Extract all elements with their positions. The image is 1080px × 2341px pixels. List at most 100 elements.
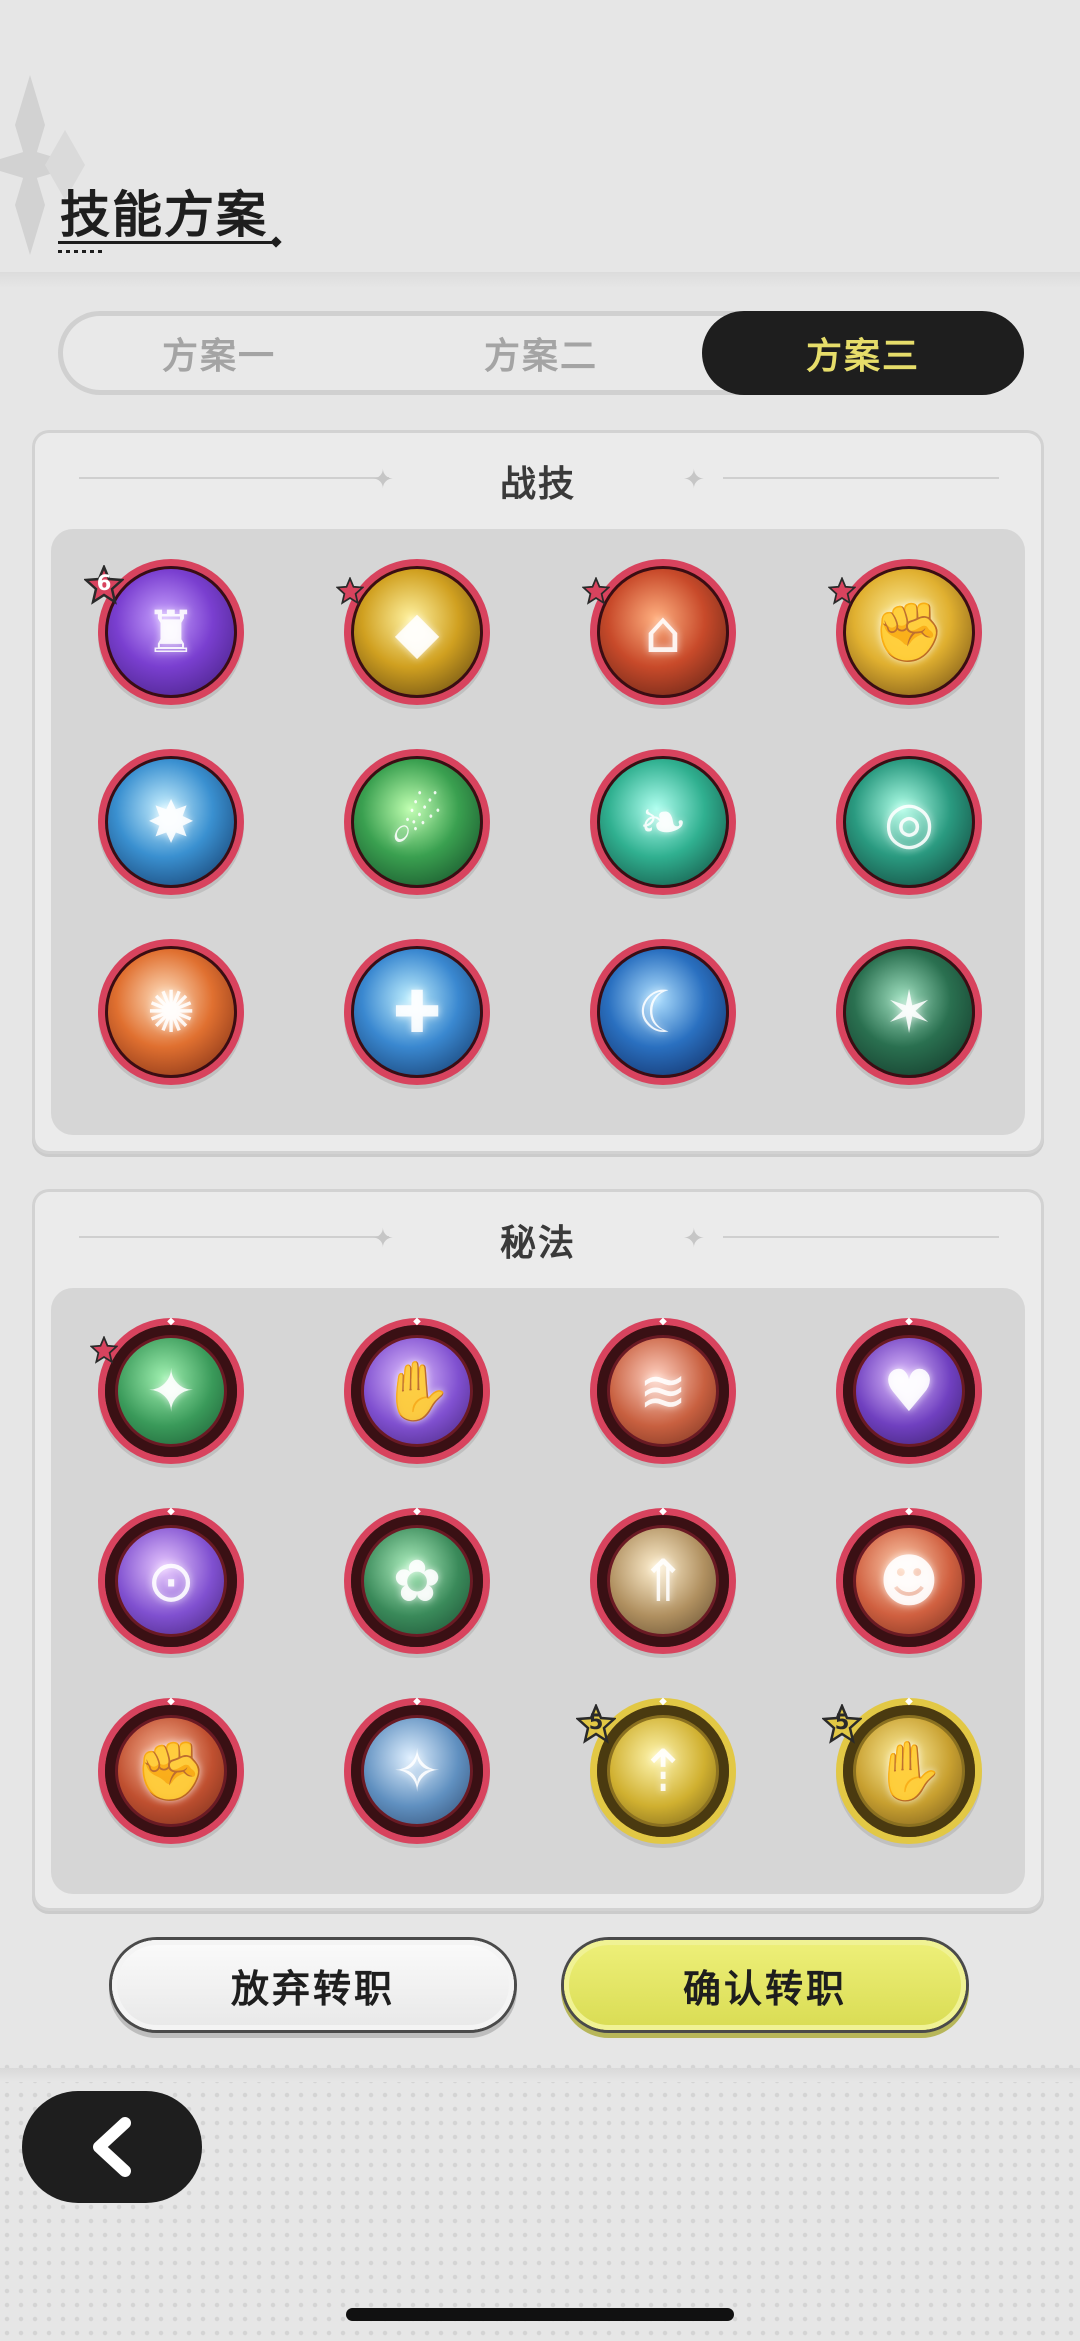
combat-skill-icon[interactable]: ☾ bbox=[590, 939, 736, 1085]
combat-skill-icon[interactable]: ✶ bbox=[836, 939, 982, 1085]
frame-gem-icon: ◆ bbox=[905, 1696, 913, 1707]
back-button[interactable] bbox=[22, 2091, 202, 2203]
arcane-skills-panel: ✦ 秘法 ✦ ✦ ◆ ✋ ◆ ≋ ◆ ♥ ◆ ⊙ ◆ ✿ ◆ ⇑ ◆ ☻ ◆ ✊ ◆ ✧ ◆ ⇡ ◆ 5 ✋ ◆ 5 bbox=[35, 1192, 1041, 1908]
footer-divider bbox=[0, 2068, 1080, 2082]
combat-skill-icon[interactable]: ✊ bbox=[827, 559, 982, 705]
combat-skill-icon[interactable]: ✺ bbox=[98, 939, 244, 1085]
confirm-job-change-button[interactable]: 确认转职 bbox=[564, 1940, 966, 2030]
frame-gem-icon: ◆ bbox=[413, 1316, 421, 1327]
tab-plan-3[interactable]: 方案三 bbox=[702, 311, 1024, 395]
arcane-skill-icon[interactable]: ⊙ ◆ bbox=[98, 1506, 244, 1654]
frame-gem-icon: ◆ bbox=[905, 1506, 913, 1517]
skill-glyph-icon: ✸ bbox=[146, 788, 196, 856]
skill-glyph-icon: ⌂ bbox=[644, 598, 682, 666]
skill-artwork: ✋ bbox=[843, 1705, 975, 1837]
arcane-skill-icon[interactable]: ☻ ◆ bbox=[836, 1506, 982, 1654]
section-title: 秘法 bbox=[499, 1223, 576, 1264]
arcane-skill-icon[interactable]: ≋ ◆ bbox=[590, 1316, 736, 1464]
skill-artwork: ❧ bbox=[597, 756, 729, 888]
red-star-badge: 6 bbox=[82, 563, 126, 605]
badge-count: 5 bbox=[834, 1710, 850, 1734]
frame-gem-icon: ◆ bbox=[659, 1696, 667, 1707]
combat-skill-icon[interactable]: ◆ bbox=[335, 559, 490, 705]
skill-glyph-icon: ✧ bbox=[392, 1737, 442, 1805]
skill-artwork: ✊ bbox=[105, 1705, 237, 1837]
skill-glyph-icon: ⇑ bbox=[638, 1547, 688, 1615]
frame-gem-icon: ◆ bbox=[413, 1696, 421, 1707]
skill-glyph-icon: ✿ bbox=[392, 1547, 442, 1615]
skill-glyph-icon: ✋ bbox=[380, 1356, 454, 1425]
combat-skill-icon[interactable]: ✸ bbox=[98, 749, 244, 895]
combat-skill-icon[interactable]: ◎ bbox=[836, 749, 982, 895]
divider-line bbox=[723, 477, 999, 479]
skill-artwork: ♥ bbox=[843, 1325, 975, 1457]
arcane-skill-icon[interactable]: ✊ ◆ bbox=[98, 1696, 244, 1844]
skill-glyph-icon: ◎ bbox=[883, 788, 935, 856]
abandon-job-change-button[interactable]: 放弃转职 bbox=[112, 1940, 514, 2030]
frame-gem-icon: ◆ bbox=[905, 1316, 913, 1327]
skill-glyph-icon: ✦ bbox=[146, 1357, 196, 1425]
skill-glyph-icon: ♜ bbox=[145, 598, 197, 666]
title-dots bbox=[58, 250, 106, 253]
panel-header: ✦ 秘法 ✦ bbox=[35, 1192, 1041, 1286]
skill-artwork: ☻ bbox=[843, 1515, 975, 1647]
section-title: 战技 bbox=[499, 464, 576, 505]
combat-skill-icon[interactable]: ❧ bbox=[590, 749, 736, 895]
skill-artwork: ☄ bbox=[351, 756, 483, 888]
badge-count: 6 bbox=[96, 571, 112, 595]
arcane-skill-icon[interactable]: ✦ ◆ bbox=[89, 1316, 244, 1464]
skill-artwork: ✧ bbox=[351, 1705, 483, 1837]
skill-artwork: ✺ bbox=[105, 946, 237, 1078]
skill-artwork: ☾ bbox=[597, 946, 729, 1078]
home-indicator bbox=[346, 2308, 734, 2321]
frame-gem-icon: ◆ bbox=[659, 1316, 667, 1327]
skill-artwork: ✚ bbox=[351, 946, 483, 1078]
combat-skill-icon[interactable]: ☄ bbox=[344, 749, 490, 895]
combat-skill-icon[interactable]: ✚ bbox=[344, 939, 490, 1085]
skill-glyph-icon: ✋ bbox=[872, 1736, 946, 1805]
tab-plan-2[interactable]: 方案二 bbox=[380, 311, 702, 395]
combat-skill-icon[interactable]: ♜ 6 bbox=[82, 559, 244, 705]
skill-glyph-icon: ❧ bbox=[638, 788, 688, 856]
skill-artwork: ⊙ bbox=[105, 1515, 237, 1647]
frame-gem-icon: ◆ bbox=[167, 1696, 175, 1707]
arcane-skill-icon[interactable]: ✋ ◆ 5 bbox=[820, 1696, 982, 1844]
skill-glyph-icon: ✶ bbox=[884, 978, 934, 1046]
combat-skill-icon[interactable]: ⌂ bbox=[581, 559, 736, 705]
plan-tabs: 方案一 方案二 方案三 bbox=[58, 311, 1024, 395]
frame-gem-icon: ◆ bbox=[413, 1506, 421, 1517]
panel-header: ✦ 战技 ✦ bbox=[35, 433, 1041, 527]
tab-plan-1[interactable]: 方案一 bbox=[58, 311, 380, 395]
frame-gem-icon: ◆ bbox=[167, 1506, 175, 1517]
skill-glyph-icon: ✊ bbox=[872, 597, 946, 666]
skill-artwork: ⇑ bbox=[597, 1515, 729, 1647]
skill-artwork: ✿ bbox=[351, 1515, 483, 1647]
skill-glyph-icon: ✊ bbox=[134, 1736, 208, 1805]
arcane-skill-icon[interactable]: ✧ ◆ bbox=[344, 1696, 490, 1844]
skill-artwork: ⇡ bbox=[597, 1705, 729, 1837]
skill-glyph-icon: ⊙ bbox=[146, 1547, 196, 1615]
skill-glyph-icon: ≋ bbox=[638, 1357, 688, 1425]
arcane-skill-icon[interactable]: ⇡ ◆ 5 bbox=[574, 1696, 736, 1844]
sparkle-icon: ✦ bbox=[683, 465, 705, 495]
sparkle-icon: ✦ bbox=[683, 1224, 705, 1254]
frame-gem-icon: ◆ bbox=[659, 1506, 667, 1517]
frame-gem-icon: ◆ bbox=[167, 1316, 175, 1327]
arcane-skill-icon[interactable]: ✋ ◆ bbox=[344, 1316, 490, 1464]
arcane-skill-icon[interactable]: ✿ ◆ bbox=[344, 1506, 490, 1654]
arcane-skill-icon[interactable]: ⇑ ◆ bbox=[590, 1506, 736, 1654]
red-star-badge bbox=[335, 576, 376, 617]
title-underline bbox=[58, 241, 272, 244]
skill-glyph-icon: ☻ bbox=[878, 1547, 940, 1615]
red-star-badge bbox=[827, 576, 868, 617]
arcane-skill-grid: ✦ ◆ ✋ ◆ ≋ ◆ ♥ ◆ ⊙ ◆ ✿ ◆ ⇑ ◆ ☻ ◆ ✊ ◆ ✧ ◆ ⇡ ◆ 5 ✋ ◆ 5 bbox=[51, 1288, 1025, 1894]
combat-skill-grid: ♜ 6 ◆ ⌂ ✊ ✸ ☄ ❧ ◎ ✺ ✚ ☾ ✶ bbox=[51, 529, 1025, 1135]
arcane-skill-icon[interactable]: ♥ ◆ bbox=[836, 1316, 982, 1464]
skill-glyph-icon: ♥ bbox=[883, 1357, 935, 1425]
gold-star-badge: 5 bbox=[574, 1702, 618, 1744]
skill-artwork: ♜ bbox=[105, 566, 237, 698]
skill-artwork: ✶ bbox=[843, 946, 975, 1078]
divider-line bbox=[723, 1236, 999, 1238]
skill-glyph-icon: ☾ bbox=[637, 978, 689, 1046]
chevron-left-icon bbox=[93, 2117, 131, 2177]
